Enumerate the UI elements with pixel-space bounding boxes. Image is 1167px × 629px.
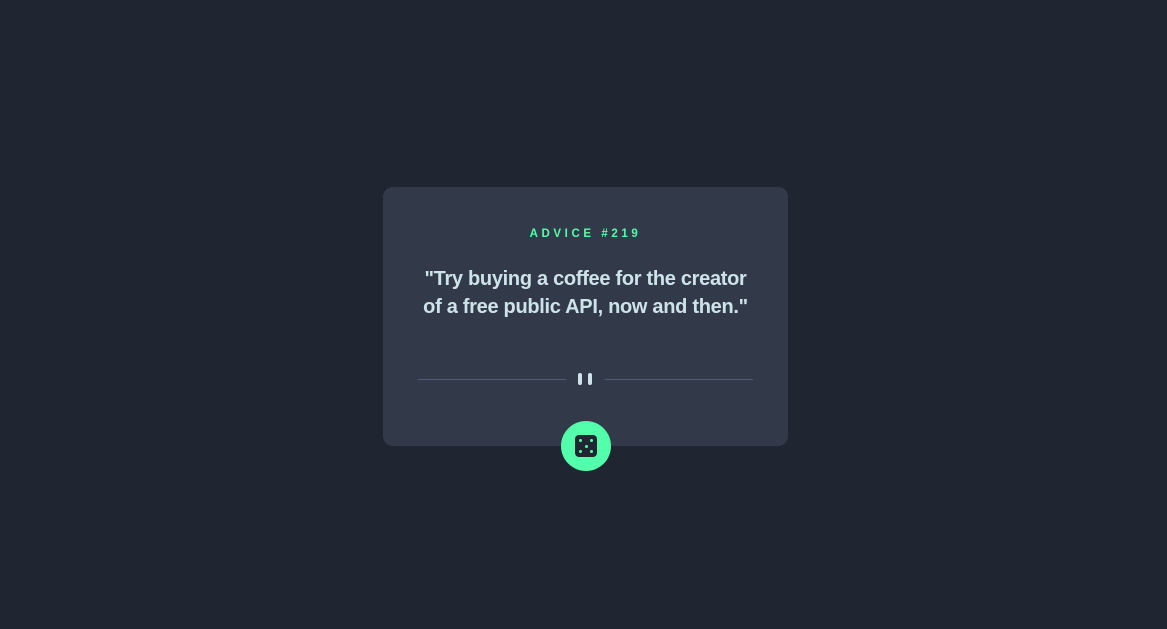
pattern-divider: [418, 373, 753, 385]
advice-id-label: ADVICE #219: [529, 228, 642, 240]
advice-quote: "Try buying a coffee for the creator of …: [423, 268, 748, 318]
advice-card: ADVICE #219 "Try buying a coffee for the…: [383, 187, 788, 471]
pause-icon: [578, 373, 594, 385]
divider-line-right: [605, 379, 753, 380]
dice-icon: [575, 435, 597, 457]
new-advice-button[interactable]: [561, 421, 611, 471]
divider-line-left: [418, 379, 566, 380]
